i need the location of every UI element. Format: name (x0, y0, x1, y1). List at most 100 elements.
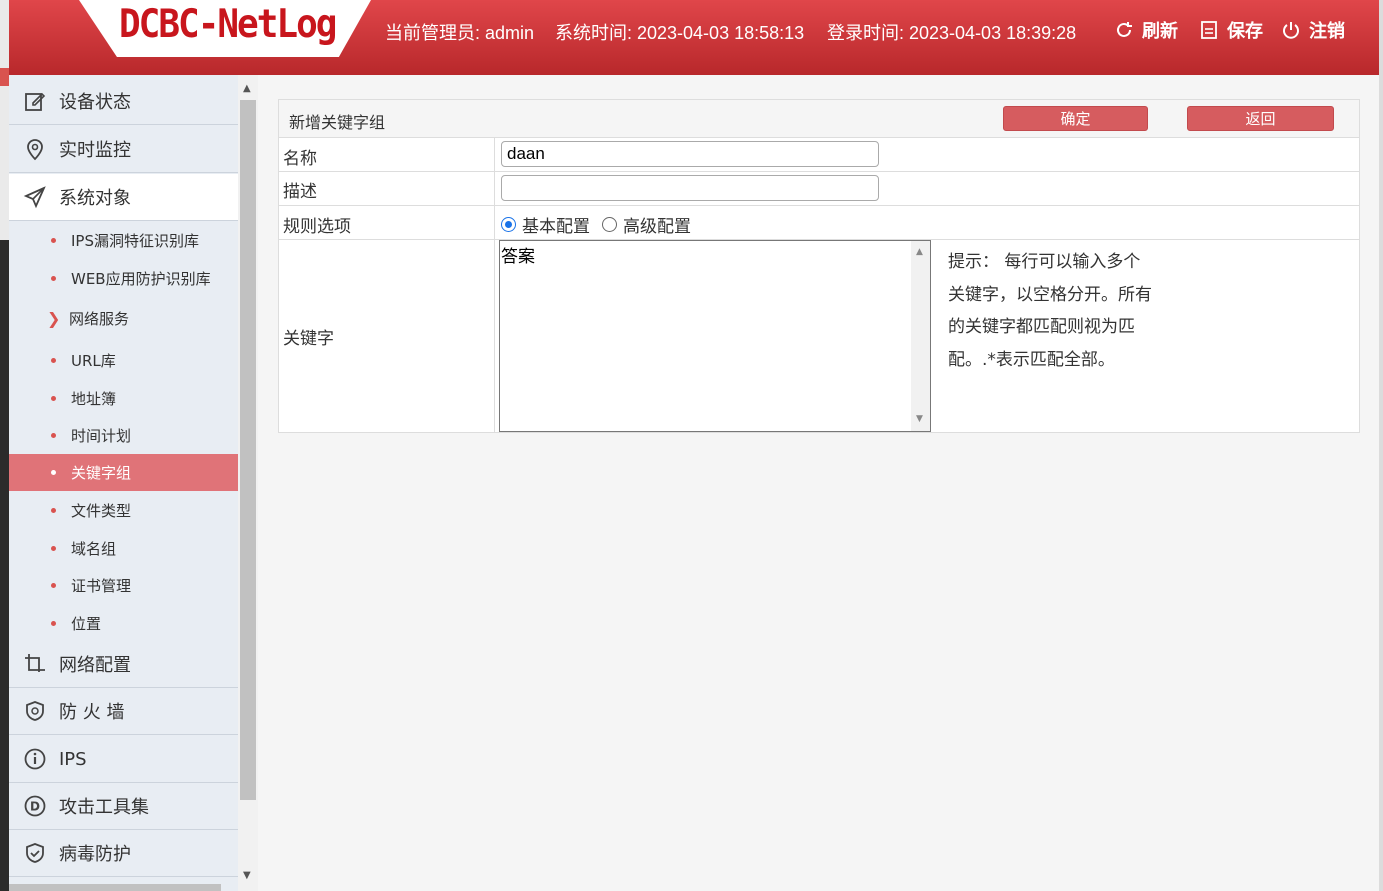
scrollbar-thumb[interactable] (240, 100, 256, 800)
chevron-right-icon: ❯ (47, 309, 61, 328)
rule-options-row: 规则选项 基本配置 高级配置 (279, 206, 1359, 240)
bullet-icon (51, 396, 56, 401)
bullet-icon (51, 238, 56, 243)
sub-label: 文件类型 (71, 502, 132, 520)
hint-line: 的关键字都匹配则视为匹 (948, 317, 1135, 337)
bullet-icon (51, 583, 56, 588)
description-input[interactable] (501, 175, 879, 201)
hint-line: 提示： 每行可以输入多个 (948, 252, 1141, 272)
keyword-label: 关键字 (283, 329, 334, 349)
name-row: 名称 (279, 138, 1359, 172)
system-time: 系统时间: 2023-04-03 18:58:13 (555, 23, 805, 43)
keyword-text: 答案 (501, 247, 535, 267)
sub-location[interactable]: 位置 (9, 605, 238, 642)
save-label: 保存 (1227, 21, 1263, 42)
info-icon (24, 748, 46, 770)
background-window-strip (0, 0, 9, 891)
menu-antivirus[interactable]: 病毒防护 (9, 830, 238, 877)
admin-label: 当前管理员: admin (385, 23, 535, 43)
scroll-up-icon[interactable]: ▲ (243, 83, 251, 94)
menu-label: 防 火 墙 (59, 702, 125, 723)
bullet-icon (51, 276, 56, 281)
top-header: DCBC-NetLog 当前管理员: admin 系统时间: 2023-04-0… (9, 0, 1379, 75)
hint-line: 配。.*表示匹配全部。 (948, 349, 1115, 370)
keyword-row: 关键字 答案 ▲ ▼ 提示： 每行可以输入多个 关键字，以空格分开。所有 的关键… (279, 240, 1359, 433)
menu-device-status[interactable]: 设备状态 (9, 78, 238, 125)
name-label: 名称 (283, 149, 317, 169)
confirm-button[interactable]: 确定 (1003, 106, 1148, 131)
hint-line: 关键字，以空格分开。所有 (948, 284, 1152, 305)
bullet-icon (51, 470, 56, 475)
refresh-icon (1117, 22, 1132, 37)
description-row: 描述 (279, 172, 1359, 206)
bullet-icon (51, 508, 56, 513)
shield-icon (26, 701, 44, 721)
sub-label: 地址簿 (71, 390, 117, 408)
sub-label: 网络服务 (69, 310, 130, 328)
sub-label: 域名组 (71, 540, 117, 558)
logout-button[interactable]: 注销 (1281, 17, 1345, 43)
scroll-down-icon[interactable]: ▼ (243, 870, 251, 881)
textarea-scrollbar[interactable]: ▲ ▼ (911, 241, 930, 431)
basic-config-label[interactable]: 基本配置 (522, 212, 590, 237)
rule-options-label: 规则选项 (283, 217, 351, 237)
sub-address-book[interactable]: 地址簿 (9, 380, 238, 417)
sub-url-library[interactable]: URL库 (9, 342, 238, 379)
edit-icon (25, 92, 46, 111)
menu-label: 病毒防护 (59, 844, 131, 865)
menu-firewall[interactable]: 防 火 墙 (9, 688, 238, 735)
sub-keyword-groups[interactable]: 关键字组 (9, 454, 238, 491)
sub-label: 关键字组 (71, 464, 132, 482)
sub-label: 时间计划 (71, 427, 132, 445)
sub-ips-signatures[interactable]: IPS漏洞特征识别库 (9, 222, 238, 259)
sub-waf-signatures[interactable]: WEB应用防护识别库 (9, 260, 238, 297)
main-content: 新增关键字组 确定 返回 名称 描述 规则选项 基本配置 高级配置 关键字 (258, 75, 1379, 891)
logout-label: 注销 (1309, 21, 1345, 42)
bullet-icon (51, 433, 56, 438)
advanced-config-radio[interactable] (602, 217, 617, 232)
description-label: 描述 (283, 182, 317, 202)
horizontal-scrollbar[interactable] (9, 884, 221, 891)
menu-realtime-monitor[interactable]: 实时监控 (9, 126, 238, 173)
app-logo: DCBC-NetLog (119, 1, 337, 48)
form-header: 新增关键字组 确定 返回 (279, 100, 1359, 138)
paper-plane-icon (23, 186, 46, 209)
save-icon (1201, 21, 1217, 39)
sub-file-types[interactable]: 文件类型 (9, 492, 238, 529)
crop-icon (25, 654, 45, 672)
keyword-textarea[interactable]: 答案 ▲ ▼ (499, 240, 931, 432)
sub-domain-groups[interactable]: 域名组 (9, 530, 238, 567)
menu-label: 设备状态 (59, 92, 131, 113)
menu-ips[interactable]: IPS (9, 736, 238, 783)
save-button[interactable]: 保存 (1199, 17, 1263, 43)
back-button[interactable]: 返回 (1187, 106, 1334, 131)
menu-attack-tools[interactable]: D 攻击工具集 (9, 783, 238, 830)
bullet-icon (51, 546, 56, 551)
svg-text:D: D (30, 800, 40, 814)
menu-system-objects[interactable]: 系统对象 (9, 174, 238, 221)
menu-label: 网络配置 (59, 655, 131, 676)
basic-config-radio[interactable] (501, 217, 516, 232)
bullet-icon (51, 621, 56, 626)
sub-label: 证书管理 (71, 577, 132, 595)
sub-label: 位置 (71, 615, 102, 633)
sub-network-services[interactable]: ❯ 网络服务 (9, 300, 238, 337)
sub-certificates[interactable]: 证书管理 (9, 567, 238, 604)
sub-schedule[interactable]: 时间计划 (9, 417, 238, 454)
menu-network-config[interactable]: 网络配置 (9, 641, 238, 688)
window-edge (1379, 0, 1383, 891)
sidebar-scrollbar[interactable]: ▲ ▼ (238, 75, 258, 891)
refresh-button[interactable]: 刷新 (1114, 17, 1178, 43)
shield-check-icon (26, 843, 44, 863)
sub-label: URL库 (71, 352, 116, 370)
sidebar: 设备状态 实时监控 系统对象 IPS漏洞特征识别库 WEB应用防护识别库 ❯ 网络… (9, 75, 238, 891)
scroll-up-icon[interactable]: ▲ (916, 247, 923, 257)
advanced-config-label[interactable]: 高级配置 (623, 212, 691, 237)
scroll-down-icon[interactable]: ▼ (916, 414, 923, 424)
refresh-label: 刷新 (1142, 21, 1178, 42)
keyword-hint: 提示： 每行可以输入多个 关键字，以空格分开。所有 的关键字都匹配则视为匹 配。… (948, 246, 1168, 376)
menu-label: 系统对象 (59, 188, 131, 209)
sub-label: IPS漏洞特征识别库 (71, 232, 199, 250)
name-input[interactable] (501, 141, 879, 167)
form-title: 新增关键字组 (289, 113, 386, 132)
